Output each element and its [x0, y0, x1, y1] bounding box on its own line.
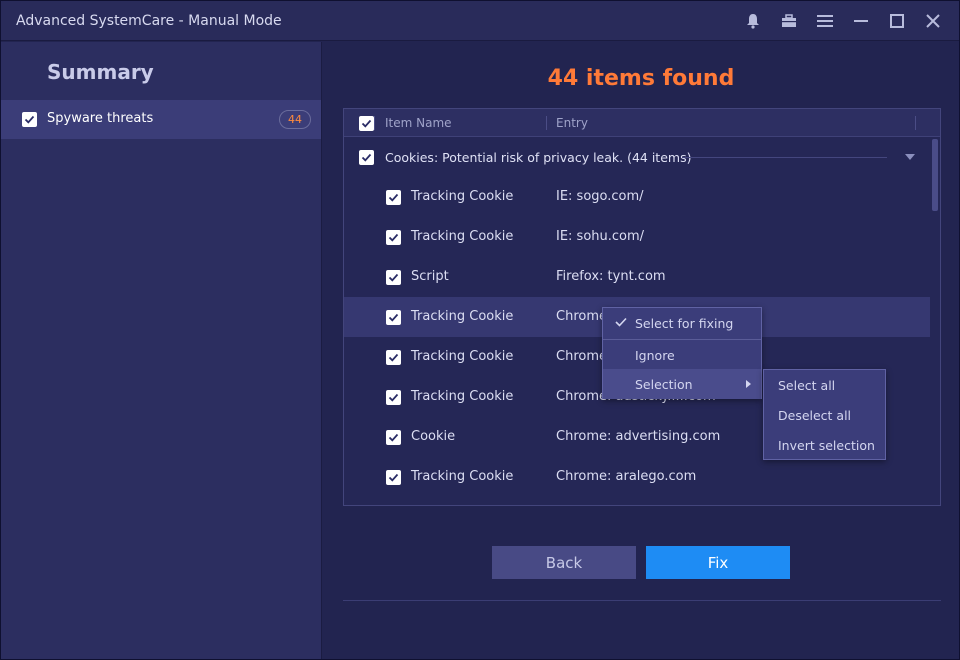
item-checkbox[interactable] [386, 190, 401, 205]
menu-item-ignore[interactable]: Ignore [603, 340, 761, 370]
app-window: Advanced SystemCare - Manual Mode Summar… [0, 0, 960, 660]
list-scrollbar[interactable] [932, 139, 938, 211]
check-icon [388, 433, 399, 442]
select-all-checkbox[interactable] [359, 116, 374, 131]
fix-button[interactable]: Fix [646, 546, 790, 579]
item-entry: IE: sogo.com/ [556, 189, 644, 204]
column-separator [374, 116, 375, 130]
item-name: Tracking Cookie [411, 469, 514, 484]
item-checkbox[interactable] [386, 350, 401, 365]
list-item[interactable]: Script Firefox: tynt.com [344, 257, 930, 297]
menu-item-deselect-all[interactable]: Deselect all [764, 400, 885, 430]
title-bar: Advanced SystemCare - Manual Mode [1, 1, 959, 41]
column-separator [546, 116, 547, 130]
menu-item-label: Select for fixing [635, 316, 734, 331]
check-icon [388, 313, 399, 322]
group-row-cookies[interactable]: Cookies: Potential risk of privacy leak.… [344, 137, 930, 177]
group-checkbox[interactable] [359, 150, 374, 165]
check-icon [361, 119, 372, 128]
check-icon [388, 273, 399, 282]
items-found-title: 44 items found [547, 66, 735, 91]
item-name: Tracking Cookie [411, 389, 514, 404]
toolbox-icon[interactable] [771, 1, 807, 41]
menu-item-label: Select all [778, 378, 836, 393]
group-divider [682, 157, 887, 158]
sidebar-item-spyware-threats[interactable]: Spyware threats 44 [1, 100, 321, 139]
item-name: Script [411, 269, 449, 284]
column-header-entry[interactable]: Entry [556, 116, 588, 130]
check-icon [388, 233, 399, 242]
selection-submenu: Select all Deselect all Invert selection [763, 369, 886, 460]
bottom-divider [343, 600, 941, 601]
group-label: Cookies: Potential risk of privacy leak.… [385, 150, 692, 165]
minimize-icon[interactable] [843, 1, 879, 41]
bell-icon[interactable] [735, 1, 771, 41]
menu-item-label: Selection [635, 377, 693, 392]
item-checkbox[interactable] [386, 470, 401, 485]
item-name: Tracking Cookie [411, 189, 514, 204]
check-icon [388, 473, 399, 482]
menu-icon[interactable] [807, 1, 843, 41]
item-entry: Chrome [556, 309, 607, 324]
sidebar-item-label: Spyware threats [47, 111, 154, 126]
close-icon[interactable] [915, 1, 951, 41]
item-checkbox[interactable] [386, 430, 401, 445]
item-entry: Firefox: tynt.com [556, 269, 666, 284]
column-header-item-name[interactable]: Item Name [385, 116, 452, 130]
list-item[interactable]: Tracking Cookie Chrome: aralego.com [344, 457, 930, 497]
item-name: Tracking Cookie [411, 349, 514, 364]
item-checkbox[interactable] [386, 310, 401, 325]
check-icon [388, 193, 399, 202]
menu-item-label: Ignore [635, 348, 675, 363]
item-checkbox[interactable] [386, 390, 401, 405]
item-entry: Chrome [556, 349, 607, 364]
item-name: Cookie [411, 429, 456, 444]
window-title: Advanced SystemCare - Manual Mode [16, 13, 282, 29]
item-entry: IE: sohu.com/ [556, 229, 645, 244]
chevron-down-icon[interactable] [905, 154, 915, 160]
item-entry: Chrome: aralego.com [556, 469, 697, 484]
item-checkbox[interactable] [386, 270, 401, 285]
chevron-right-icon [746, 380, 751, 388]
check-icon [24, 115, 35, 124]
item-entry: Chrome: advertising.com [556, 429, 721, 444]
item-checkbox[interactable] [386, 230, 401, 245]
title-bar-controls [735, 1, 951, 41]
menu-item-selection[interactable]: Selection [603, 369, 761, 399]
sidebar-heading: Summary [47, 60, 154, 84]
context-menu: Select for fixing Ignore Selection [602, 307, 762, 399]
check-icon [615, 317, 627, 327]
list-header: Item Name Entry [344, 109, 940, 137]
menu-item-label: Deselect all [778, 408, 852, 423]
item-name: Tracking Cookie [411, 309, 514, 324]
list-item[interactable]: Tracking Cookie IE: sohu.com/ [344, 217, 930, 257]
check-icon [388, 393, 399, 402]
spyware-checkbox[interactable] [22, 112, 37, 127]
menu-item-label: Invert selection [778, 438, 875, 453]
item-name: Tracking Cookie [411, 229, 514, 244]
column-separator [915, 116, 916, 130]
sidebar: Summary Spyware threats 44 [1, 42, 322, 659]
check-icon [361, 153, 372, 162]
menu-item-invert-selection[interactable]: Invert selection [764, 430, 885, 460]
maximize-icon[interactable] [879, 1, 915, 41]
menu-item-select-for-fixing[interactable]: Select for fixing [603, 308, 761, 338]
count-badge: 44 [279, 110, 311, 129]
back-button[interactable]: Back [492, 546, 636, 579]
menu-item-select-all[interactable]: Select all [764, 370, 885, 400]
list-item[interactable]: Tracking Cookie IE: sogo.com/ [344, 177, 930, 217]
check-icon [388, 353, 399, 362]
